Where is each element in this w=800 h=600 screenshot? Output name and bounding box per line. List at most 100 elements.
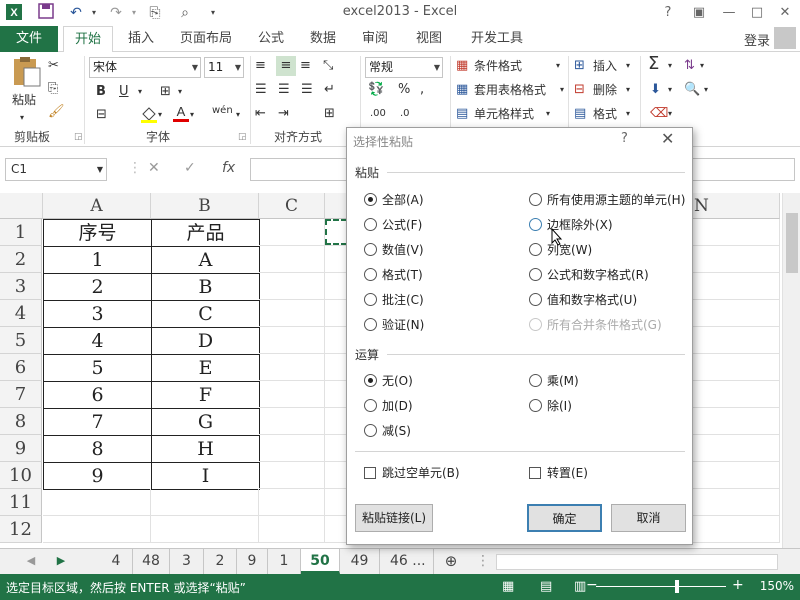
empty-cell[interactable] (690, 462, 780, 489)
tab-view[interactable]: 视图 (406, 26, 452, 52)
row-header[interactable]: 5 (0, 327, 42, 354)
table-header-cell[interactable]: 产品 (151, 219, 260, 247)
row-header[interactable]: 6 (0, 354, 42, 381)
empty-cell[interactable] (690, 219, 780, 246)
empty-cell[interactable] (690, 489, 780, 516)
empty-cell[interactable] (690, 381, 780, 408)
page-layout-view-icon[interactable]: ▤ (540, 579, 552, 594)
font-grow-icon[interactable]: ⊟ (96, 105, 107, 125)
empty-cell[interactable] (259, 327, 325, 354)
scroll-tabs-right-icon[interactable]: ▶ (48, 549, 74, 574)
table-cell[interactable]: H (151, 435, 260, 463)
column-header-n[interactable]: N (690, 193, 780, 219)
column-header-a[interactable]: A (43, 193, 151, 219)
format-cells-icon[interactable]: ▤ (574, 104, 586, 124)
skip-blanks-checkbox[interactable]: 跳过空单元(B) (364, 463, 460, 483)
tab-data[interactable]: 数据 (300, 26, 346, 52)
fill-color-dropdown-icon[interactable]: ▾ (158, 105, 162, 125)
insert-cells-icon[interactable]: ⊞ (574, 56, 585, 76)
delete-cells-icon[interactable]: ⊟ (574, 80, 585, 100)
empty-cell[interactable] (690, 408, 780, 435)
operation-option-radio[interactable]: 减(S) (364, 421, 411, 441)
sheet-tab[interactable]: 1 (268, 549, 301, 574)
decrease-decimal-icon[interactable]: .0 (400, 104, 410, 124)
table-cell[interactable]: 2 (43, 273, 152, 301)
close-button[interactable]: ✕ (773, 2, 797, 24)
phonetic-button[interactable]: wén (212, 101, 233, 121)
table-cell[interactable]: 8 (43, 435, 152, 463)
format-cells-button[interactable]: 格式 (593, 104, 617, 124)
font-color-icon[interactable]: A (172, 103, 190, 130)
table-cell[interactable]: C (151, 300, 260, 328)
empty-cell[interactable] (259, 516, 325, 543)
paste-button[interactable]: 粘贴 (12, 90, 36, 110)
empty-cell[interactable] (259, 381, 325, 408)
transpose-checkbox[interactable]: 转置(E) (529, 463, 588, 483)
empty-cell[interactable] (151, 489, 259, 516)
empty-cell[interactable] (259, 300, 325, 327)
zoom-out-icon[interactable]: − (586, 577, 598, 593)
dialog-close-icon[interactable]: ✕ (661, 129, 674, 148)
zoom-slider-thumb[interactable] (675, 580, 679, 593)
chevron-down-icon[interactable]: ▼ (97, 159, 103, 180)
empty-cell[interactable] (259, 246, 325, 273)
conditional-format-dropdown-icon[interactable]: ▾ (556, 56, 560, 76)
align-left-icon[interactable]: ☰ (255, 80, 267, 100)
paste-option-radio[interactable]: 公式(F) (364, 215, 422, 235)
sheet-tab[interactable]: 49 (340, 549, 380, 574)
empty-cell[interactable] (690, 435, 780, 462)
table-cell[interactable]: 5 (43, 354, 152, 382)
bold-button[interactable]: B (96, 82, 106, 102)
cell-styles-dropdown-icon[interactable]: ▾ (546, 104, 550, 124)
merge-center-icon[interactable]: ⊞ (324, 104, 335, 124)
operation-option-radio[interactable]: 除(I) (529, 396, 572, 416)
sheet-tab-active[interactable]: 50 (301, 549, 340, 574)
table-cell[interactable]: 7 (43, 408, 152, 436)
paste-option-radio[interactable]: 数值(V) (364, 240, 424, 260)
paste-option-radio[interactable]: 验证(N) (364, 315, 424, 335)
autosum-dropdown-icon[interactable]: ▾ (668, 56, 672, 76)
format-dropdown-icon[interactable]: ▾ (626, 104, 630, 124)
avatar[interactable] (774, 27, 796, 49)
row-header[interactable]: 10 (0, 462, 42, 489)
tab-review[interactable]: 审阅 (352, 26, 398, 52)
maximize-button[interactable]: □ (745, 2, 769, 24)
clear-icon[interactable]: ⌫ (650, 104, 668, 124)
table-cell[interactable]: F (151, 381, 260, 409)
select-all-corner[interactable] (0, 193, 43, 219)
sheet-tab[interactable]: 46 ... (380, 549, 434, 574)
cancel-button[interactable]: 取消 (611, 504, 686, 532)
paste-option-radio[interactable]: 公式和数字格式(R) (529, 265, 649, 285)
ribbon-display-icon[interactable]: ▣ (687, 2, 711, 24)
orientation-icon[interactable]: ⤡ (323, 56, 333, 76)
cancel-formula-icon[interactable]: ✕ (148, 160, 160, 176)
sort-filter-icon[interactable]: ⇅ (684, 56, 695, 76)
empty-cell[interactable] (43, 489, 151, 516)
zoom-slider[interactable] (596, 586, 726, 587)
paste-option-radio[interactable]: 批注(C) (364, 290, 424, 310)
dialog-help-button[interactable]: ? (621, 131, 628, 146)
scroll-tabs-left-icon[interactable]: ◀ (18, 549, 44, 574)
table-cell[interactable]: 1 (43, 246, 152, 274)
empty-cell[interactable] (259, 489, 325, 516)
ok-button[interactable]: 确定 (527, 504, 602, 532)
insert-cells-button[interactable]: 插入 (593, 56, 617, 76)
row-header[interactable]: 7 (0, 381, 42, 408)
empty-cell[interactable] (690, 354, 780, 381)
align-right-icon[interactable]: ☰ (301, 80, 313, 100)
tab-file[interactable]: 文件 (0, 26, 58, 52)
format-as-table-dropdown-icon[interactable]: ▾ (560, 80, 564, 100)
scrollbar-thumb[interactable] (786, 213, 798, 273)
empty-cell[interactable] (690, 273, 780, 300)
login-link[interactable]: 登录 (744, 30, 770, 49)
row-header[interactable]: 12 (0, 516, 42, 543)
align-top-icon[interactable]: ≡ (255, 56, 266, 76)
paste-option-radio[interactable]: 全部(A) (364, 190, 424, 210)
paste-dropdown-icon[interactable]: ▾ (20, 108, 24, 128)
help-button[interactable]: ? (656, 2, 680, 24)
number-format-combo[interactable]: 常规 ▼ (365, 57, 443, 78)
font-launcher-icon[interactable]: ◲ (238, 132, 247, 142)
insert-dropdown-icon[interactable]: ▾ (626, 56, 630, 76)
font-size-combo[interactable]: 11 ▼ (204, 57, 244, 78)
align-bottom-icon[interactable]: ≡ (300, 56, 311, 76)
